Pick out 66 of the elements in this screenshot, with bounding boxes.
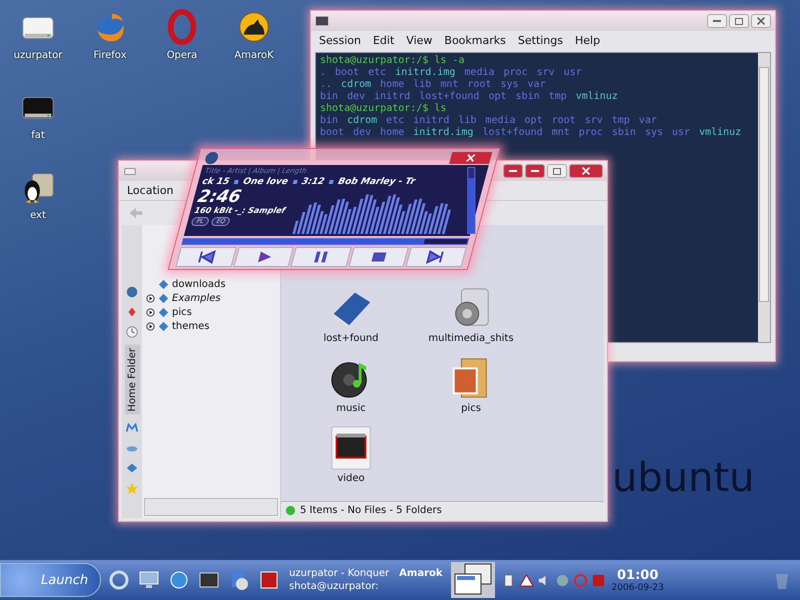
expand-icon[interactable] <box>146 308 155 316</box>
desktop-icon-label[interactable]: uzurpator <box>14 50 62 61</box>
terminal-line: .. cdrom home lib mnt root sys var <box>320 79 547 91</box>
status-text: 5 Items - No Files - 5 Folders <box>300 504 442 516</box>
task-button[interactable]: shota@uzurpator: <box>287 581 392 592</box>
terminal-line: bin dev initrd lost+found opt sbin tmp vmlinuz <box>320 91 619 103</box>
terminal-line: . boot etc initrd.img media proc srv usr <box>320 67 583 79</box>
file-label[interactable]: lost+found <box>323 333 379 344</box>
maximize-button[interactable] <box>547 164 567 178</box>
tree-item[interactable]: downloads <box>172 278 226 290</box>
elapsed-time: 2:46 <box>196 188 244 206</box>
tree-item[interactable]: pics <box>172 306 192 318</box>
status-light-icon <box>285 504 296 516</box>
menu-item[interactable]: Session <box>315 33 365 48</box>
pause-button[interactable] <box>290 247 352 267</box>
terminal-icon <box>315 14 329 28</box>
minimize-button[interactable] <box>525 164 545 178</box>
terminal-line: shota@uzurpator:/$ ls -a <box>320 55 466 67</box>
terminal-line: shota@uzurpator:/$ ls <box>320 103 448 115</box>
clock-icon[interactable] <box>125 325 139 339</box>
volume-slider[interactable] <box>467 167 476 234</box>
tree-item[interactable]: themes <box>172 320 210 332</box>
next-button[interactable] <box>406 247 467 267</box>
sidebar-tab[interactable]: Home Folder <box>124 345 140 415</box>
file-label[interactable]: multimedia_shits <box>428 333 514 344</box>
desktop-icon-label[interactable]: Firefox <box>93 50 127 61</box>
stop-button[interactable] <box>348 247 410 267</box>
launch-button[interactable]: Launch <box>0 563 102 597</box>
ring-icon[interactable] <box>107 568 132 592</box>
desktop-icon-label[interactable]: fat <box>31 130 45 141</box>
close-button[interactable] <box>449 152 492 164</box>
task-button[interactable]: Amarok <box>397 568 445 579</box>
previous-button[interactable] <box>175 247 236 267</box>
minimize-button[interactable] <box>707 14 727 28</box>
desktop-pager-icon[interactable] <box>450 562 495 598</box>
clock-time[interactable]: 01:00 <box>616 568 658 582</box>
scrollbar[interactable] <box>758 53 770 342</box>
star-icon[interactable] <box>125 480 139 495</box>
expand-icon[interactable] <box>146 322 155 330</box>
menu-item[interactable]: Location <box>123 183 178 198</box>
menu-item[interactable]: View <box>402 33 436 48</box>
desktop-icon-label[interactable]: Opera <box>166 50 198 61</box>
menu-item[interactable]: Settings <box>514 33 567 48</box>
task-button[interactable]: uzurpator - Konquer <box>287 568 392 579</box>
menu-item[interactable]: Help <box>571 33 604 48</box>
help-button[interactable] <box>503 164 523 178</box>
file-label[interactable]: music <box>336 403 366 414</box>
progress-bar[interactable] <box>181 238 470 245</box>
file-label[interactable]: pics <box>461 403 481 414</box>
expand-icon[interactable] <box>146 294 155 302</box>
warning-icon[interactable] <box>518 572 534 588</box>
bitrate-text: 160 kBit -_: Samplef <box>193 206 288 215</box>
maximize-button[interactable] <box>729 14 749 28</box>
track-title-scroller: ck 15 One love 3:12 Bob Marley - Tr <box>200 176 416 188</box>
menu-item[interactable]: Bookmarks <box>440 33 510 48</box>
wallpaper-logo-text: ubuntu <box>612 455 754 501</box>
terminal-line: boot dev home initrd.img lost+found mnt proc sbin sys usr vmlinuz <box>320 127 742 139</box>
close-icon[interactable] <box>569 164 603 178</box>
desktop-icon-label[interactable]: ext <box>30 210 46 221</box>
play-button[interactable] <box>233 247 294 267</box>
close-icon[interactable] <box>751 14 771 28</box>
file-label[interactable]: video <box>337 473 365 484</box>
terminal-line: bin cdrom etc initrd lib media opt root srv tmp var <box>320 115 658 127</box>
tree-item[interactable]: Examples <box>172 292 221 304</box>
desktop-icon-label[interactable]: AmaroK <box>234 50 274 61</box>
menu-item[interactable]: Edit <box>368 33 398 48</box>
